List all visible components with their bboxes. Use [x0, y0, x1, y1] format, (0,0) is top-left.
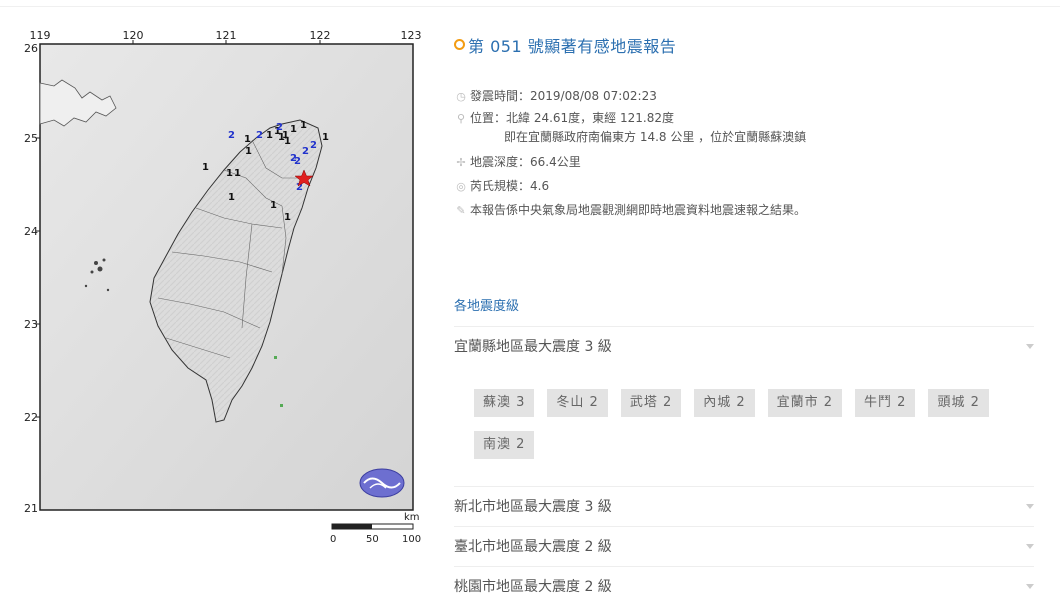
location-detail: 即在宜蘭縣政府南偏東方 14.8 公里 ，位於宜蘭縣蘇澳鎮 — [504, 130, 807, 144]
chevron-down-icon[interactable] — [1026, 504, 1034, 509]
station-chip: 南澳 2 — [474, 431, 535, 459]
lat-label-26: 26 — [24, 42, 38, 55]
station-chip: 內城 2 — [694, 389, 755, 417]
earthquake-map: 119 120 121 122 123 26 25 24 23 22 21 2 … — [20, 28, 425, 553]
origin-time: 發震時間：2019/08/08 07:02:23 — [470, 89, 657, 103]
station-chip: 頭城 2 — [928, 389, 989, 417]
intensity-mark: 1 — [244, 134, 251, 145]
region-new-taipei[interactable]: 新北市地區最大震度 3 級 — [454, 486, 1034, 527]
lat-label-25: 25 — [24, 132, 38, 145]
lon-label-119: 119 — [30, 29, 51, 42]
intensity-mark: 1 — [245, 146, 252, 157]
magnitude-icon: ◎ — [456, 180, 466, 193]
intensity-mark: 2 — [310, 140, 317, 151]
intensity-mark: 2 — [228, 130, 235, 141]
report-panel: 第 051 號顯著有感地震報告 ◷ 發震時間：2019/08/08 07:02:2… — [454, 0, 1034, 596]
scale-label-0: 0 — [330, 534, 336, 545]
report-info: ◷ 發震時間：2019/08/08 07:02:23 ⚲ 位置：北緯 24.61度，… — [454, 85, 806, 221]
intensity-mark: 1 — [284, 212, 291, 223]
intensity-mark: 1 — [290, 124, 297, 135]
report-title: 第 051 號顯著有感地震報告 — [468, 37, 677, 56]
region-yilan[interactable]: 宜蘭縣地區最大震度 3 級 — [454, 326, 1034, 367]
intensity-mark: 1 — [228, 192, 235, 203]
region-label: 桃園市地區最大震度 2 級 — [454, 579, 612, 595]
lat-label-23: 23 — [24, 318, 38, 331]
lat-label-24: 24 — [24, 225, 38, 238]
region-taoyuan[interactable]: 桃園市地區最大震度 2 級 — [454, 566, 1034, 607]
region-taipei[interactable]: 臺北市地區最大震度 2 級 — [454, 526, 1034, 567]
region-label: 宜蘭縣地區最大震度 3 級 — [454, 339, 612, 355]
location: 位置：北緯 24.61度，東經 121.82度 — [470, 111, 674, 125]
pencil-icon: ✎ — [456, 204, 466, 217]
station-chip: 蘇澳 3 — [474, 389, 535, 417]
depth-row: ✢ 地震深度：66.4公里 — [454, 151, 806, 173]
intensity-mark: 1 — [322, 132, 329, 143]
cwb-logo-icon — [359, 468, 405, 498]
chevron-down-icon[interactable] — [1026, 344, 1034, 349]
magnitude-row: ◎ 芮氏規模：4.6 — [454, 175, 806, 197]
depth-icon: ✢ — [456, 156, 466, 169]
lon-label-123: 123 — [401, 29, 422, 42]
scale-label-100: 100 — [402, 534, 421, 545]
scale-bar: km 0 50 100 — [330, 512, 421, 545]
intensity-mark: 1 — [234, 168, 241, 179]
origin-time-row: ◷ 發震時間：2019/08/08 07:02:23 — [454, 85, 806, 107]
intensity-mark: 1 — [284, 136, 291, 147]
station-chip: 牛鬥 2 — [855, 389, 916, 417]
magnitude: 芮氏規模：4.6 — [470, 179, 550, 193]
lat-label-21: 21 — [24, 502, 38, 515]
report-note: 本報告係中央氣象局地震觀測網即時地震資料地震速報之結果。 — [470, 203, 807, 217]
location-row: ⚲ 位置：北緯 24.61度，東經 121.82度 — [454, 107, 806, 129]
report-title-row: 第 051 號顯著有感地震報告 — [454, 33, 676, 57]
scale-unit: km — [404, 512, 420, 523]
title-bullet-icon — [454, 39, 465, 50]
note-row: ✎ 本報告係中央氣象局地震觀測網即時地震資料地震速報之結果。 — [454, 199, 806, 221]
chevron-down-icon[interactable] — [1026, 544, 1034, 549]
intensity-mark: 2 — [256, 130, 263, 141]
intensity-mark: 1 — [300, 120, 307, 131]
intensity-mark: 1 — [226, 168, 233, 179]
scale-label-50: 50 — [366, 534, 379, 545]
station-list: 蘇澳 3 冬山 2 武塔 2 內城 2 宜蘭市 2 牛鬥 2 頭城 2 南澳 2 — [474, 389, 1014, 473]
intensity-mark: 1 — [270, 200, 277, 211]
station-chip: 宜蘭市 2 — [767, 389, 843, 417]
clock-icon: ◷ — [456, 90, 466, 103]
region-label: 新北市地區最大震度 3 級 — [454, 499, 612, 515]
intensity-mark: 2 — [302, 146, 309, 157]
pin-icon: ⚲ — [456, 112, 466, 125]
chevron-down-icon[interactable] — [1026, 584, 1034, 589]
depth: 地震深度：66.4公里 — [470, 155, 581, 169]
intensity-mark: 1 — [266, 130, 273, 141]
intensity-mark: 1 — [202, 162, 209, 173]
region-label: 臺北市地區最大震度 2 級 — [454, 539, 612, 555]
station-chip: 冬山 2 — [547, 389, 608, 417]
station-chip: 武塔 2 — [620, 389, 682, 417]
intensity-mark: 2 — [294, 156, 301, 167]
lat-label-22: 22 — [24, 411, 38, 424]
intensity-section-label: 各地震度級 — [454, 299, 520, 314]
